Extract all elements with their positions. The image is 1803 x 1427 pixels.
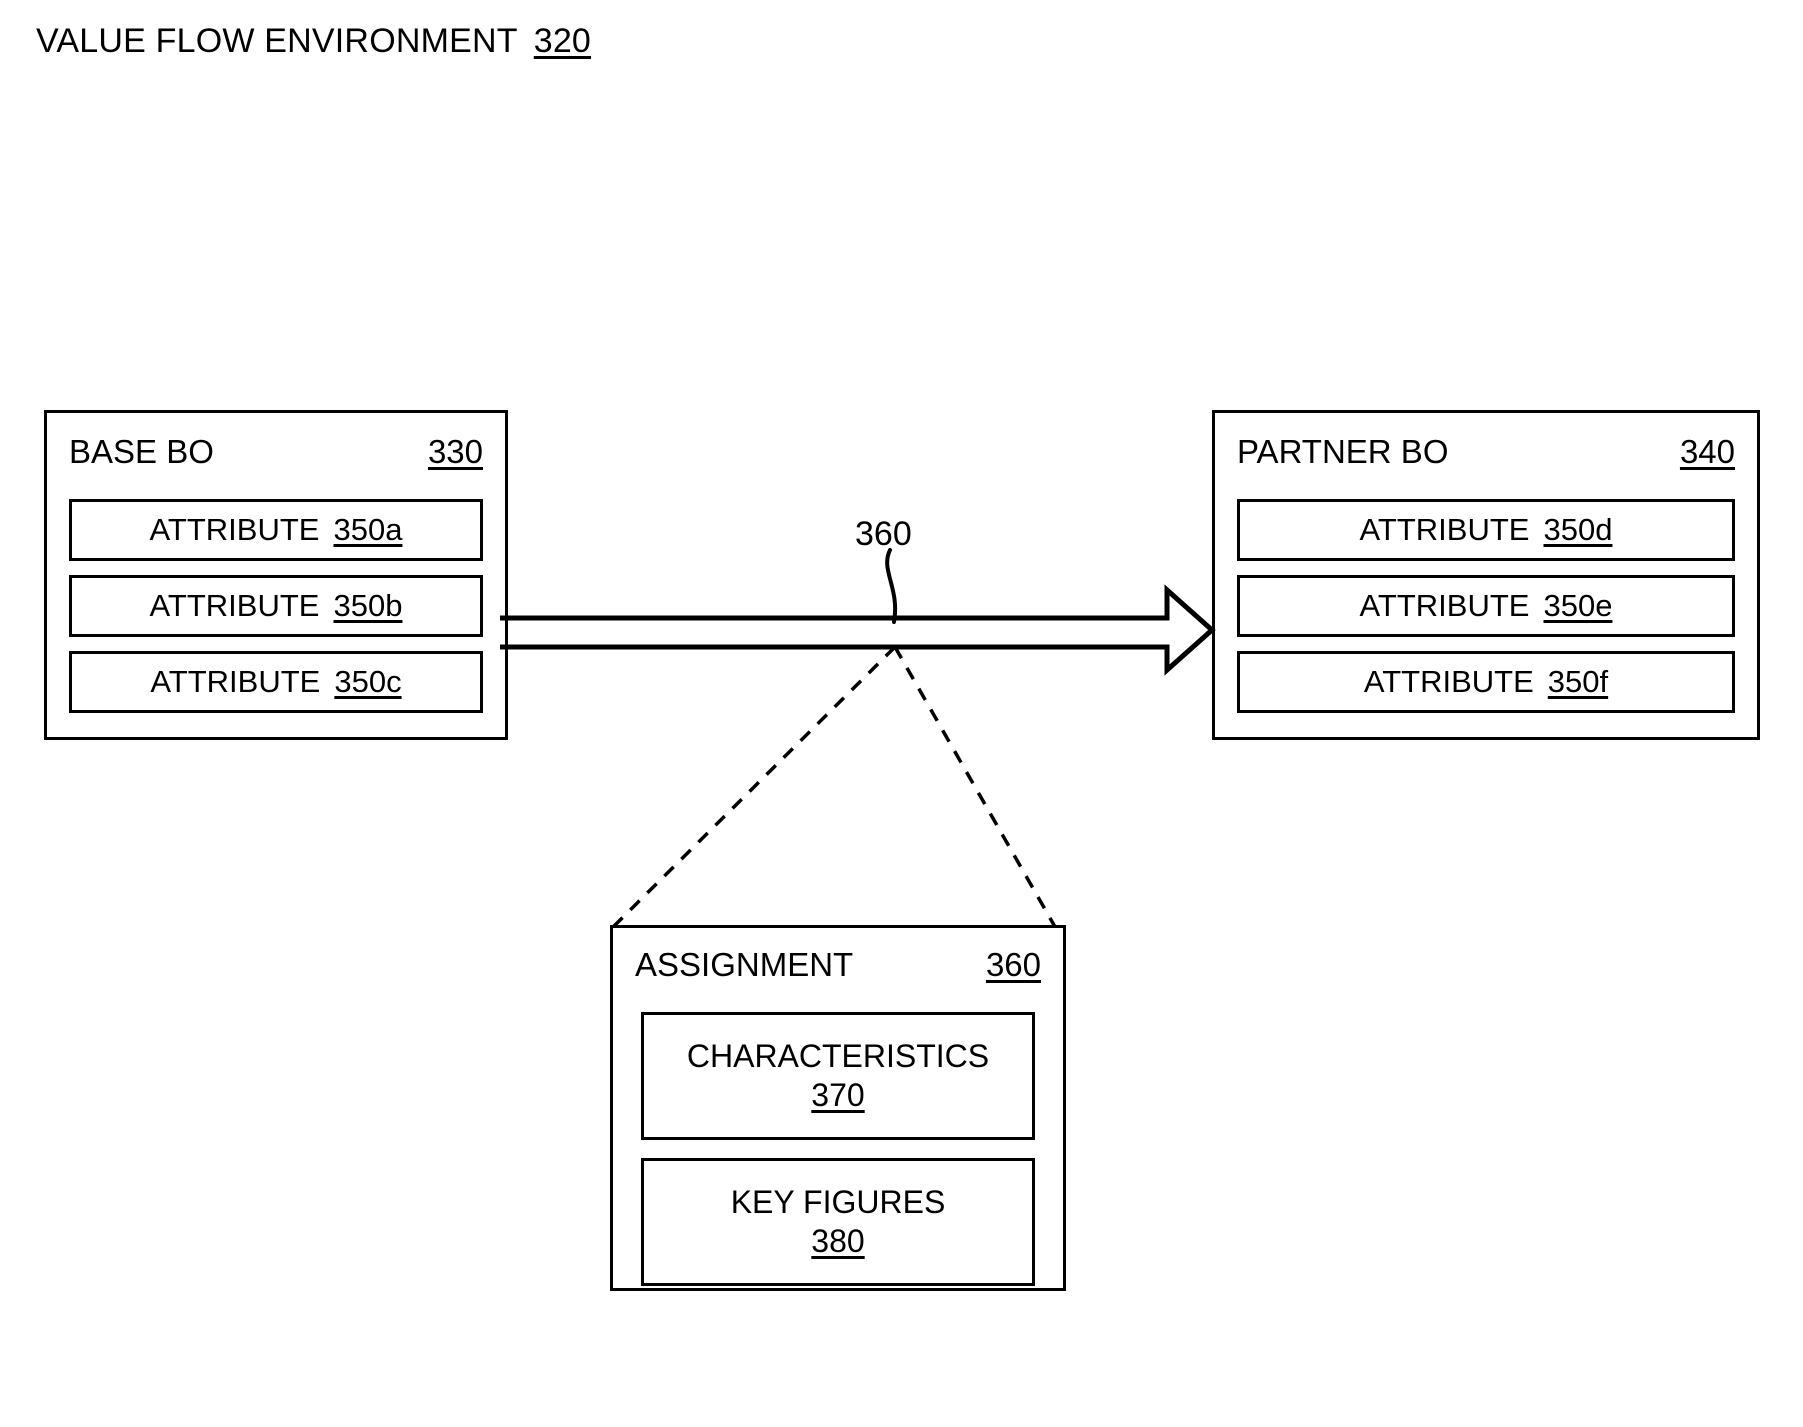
attribute-ref: 350e <box>1543 588 1613 623</box>
attribute-label: ATTRIBUTE <box>149 512 320 547</box>
assignment-title: ASSIGNMENT <box>635 946 854 983</box>
figure-canvas: VALUE FLOW ENVIRONMENT 320 BASE BO 330 AT… <box>0 0 1803 1427</box>
assignment-section-list: CHARACTERISTICS 370 KEY FIGURES 380 <box>641 1012 1035 1286</box>
attribute-ref: 350d <box>1543 512 1613 547</box>
flow-arrow-leader-line <box>885 548 898 624</box>
page-title: VALUE FLOW ENVIRONMENT 320 <box>36 22 591 61</box>
attribute-ref: 350c <box>334 664 402 699</box>
partner-bo-ref: 340 <box>1679 433 1735 470</box>
characteristics-ref: 370 <box>811 1077 865 1113</box>
base-bo-attribute-350c: ATTRIBUTE 350c <box>69 651 483 713</box>
partner-bo-attribute-350e: ATTRIBUTE 350e <box>1237 575 1735 637</box>
partner-bo-attribute-list: ATTRIBUTE 350d ATTRIBUTE 350e ATTRIBUTE 350… <box>1237 499 1735 713</box>
assignment-key-figures-box: KEY FIGURES 380 <box>641 1158 1035 1286</box>
base-bo-title: BASE BO <box>69 433 214 470</box>
partner-bo-header: PARTNER BO 340 <box>1237 429 1735 475</box>
attribute-label: ATTRIBUTE <box>1359 512 1530 547</box>
attribute-ref: 350f <box>1547 664 1609 699</box>
partner-bo-attribute-350f: ATTRIBUTE 350f <box>1237 651 1735 713</box>
base-bo-container: BASE BO 330 ATTRIBUTE 350a ATTRIBUTE 350b … <box>44 410 508 740</box>
assignment-container: ASSIGNMENT 360 CHARACTERISTICS 370 KEY F… <box>610 925 1066 1291</box>
attribute-ref: 350b <box>333 588 403 623</box>
assignment-ref: 360 <box>985 946 1041 983</box>
base-bo-attribute-350b: ATTRIBUTE 350b <box>69 575 483 637</box>
partner-bo-attribute-350d: ATTRIBUTE 350d <box>1237 499 1735 561</box>
assignment-header: ASSIGNMENT 360 <box>635 942 1041 988</box>
base-bo-attribute-350a: ATTRIBUTE 350a <box>69 499 483 561</box>
attribute-label: ATTRIBUTE <box>150 664 321 699</box>
base-bo-header: BASE BO 330 <box>69 429 483 475</box>
figure-title-ref: 320 <box>533 22 592 60</box>
attribute-label: ATTRIBUTE <box>1359 588 1530 623</box>
base-bo-attribute-list: ATTRIBUTE 350a ATTRIBUTE 350b ATTRIBUTE 350… <box>69 499 483 713</box>
characteristics-label: CHARACTERISTICS <box>686 1038 990 1074</box>
attribute-label: ATTRIBUTE <box>149 588 320 623</box>
key-figures-ref: 380 <box>811 1223 865 1259</box>
figure-title-label: VALUE FLOW ENVIRONMENT <box>36 22 518 60</box>
partner-bo-title: PARTNER BO <box>1237 433 1449 470</box>
partner-bo-container: PARTNER BO 340 ATTRIBUTE 350d ATTRIBUTE 35… <box>1212 410 1760 740</box>
assignment-callout-lines <box>606 645 1060 934</box>
base-bo-ref: 330 <box>427 433 483 470</box>
attribute-label: ATTRIBUTE <box>1363 664 1534 699</box>
assignment-characteristics-box: CHARACTERISTICS 370 <box>641 1012 1035 1140</box>
key-figures-label: KEY FIGURES <box>730 1184 946 1220</box>
attribute-ref: 350a <box>333 512 403 547</box>
